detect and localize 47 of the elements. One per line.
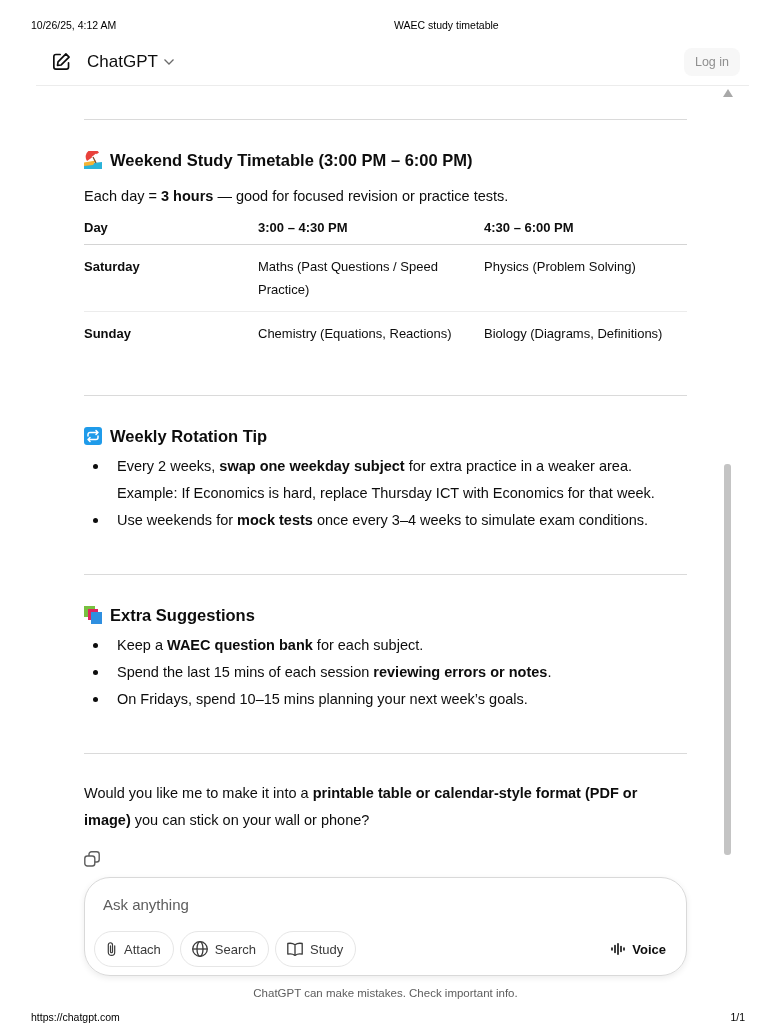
print-url: https://chatgpt.com	[31, 1011, 120, 1024]
table-cell: Biology (Diagrams, Definitions)	[484, 311, 687, 355]
books-icon	[84, 606, 102, 624]
intro-text: Each day = 3 hours — good for focused revision or practice tests.	[84, 187, 510, 206]
bullet-icon	[93, 697, 98, 702]
list-item-text: Every 2 weeks, swap one weekday subject for extra practice in a weaker area.	[117, 457, 632, 476]
beach-umbrella-icon	[84, 151, 102, 169]
print-title: WAEC study timetable	[394, 19, 499, 32]
chevron-down-icon	[163, 58, 174, 65]
section-heading: Extra Suggestions	[110, 605, 255, 626]
message-input[interactable]: Ask anything	[103, 894, 403, 914]
closing-text: Would you like me to make it into a printable table or calendar-style format (PDF or image) you can stick on your wall or phone?	[84, 784, 639, 830]
paperclip-icon	[106, 941, 117, 957]
disclaimer-text: ChatGPT can make mistakes. Check important info.	[252, 986, 519, 1001]
scrollbar-thumb[interactable]	[724, 464, 731, 855]
table-header-cell: 4:30 – 6:00 PM	[484, 212, 687, 245]
table-header-cell: Day	[84, 212, 258, 245]
bullet-icon	[93, 643, 98, 648]
table-cell: Saturday	[84, 244, 258, 312]
list-item-note: Example: If Economics is hard, replace Thursday ICT with Economics for that week.	[117, 484, 655, 503]
copy-icon[interactable]	[84, 851, 100, 867]
print-page-number: 1/1	[730, 1011, 745, 1024]
table-cell: Sunday	[84, 311, 258, 355]
search-button[interactable]: Search	[179, 931, 270, 967]
print-timestamp: 10/26/25, 4:12 AM	[31, 19, 117, 32]
waveform-icon	[611, 943, 626, 955]
model-selector-button[interactable]: ChatGPT	[87, 50, 174, 73]
section-heading: Weekend Study Timetable (3:00 PM – 6:00 PM)	[110, 150, 473, 171]
list-item-text: Spend the last 15 mins of each session reviewing errors or notes.	[117, 663, 552, 682]
section-heading: Weekly Rotation Tip	[110, 426, 268, 447]
bullet-icon	[93, 670, 98, 675]
study-button[interactable]: Study	[275, 931, 357, 967]
list-item-text: Keep a WAEC question bank for each subject.	[117, 636, 424, 655]
bullet-icon	[93, 464, 98, 469]
table-cell: Maths (Past Questions / Speed Practice)	[258, 244, 484, 312]
edit-icon[interactable]	[53, 53, 70, 70]
repeat-icon	[84, 427, 102, 445]
globe-icon	[191, 941, 208, 957]
open-book-icon	[287, 942, 304, 956]
list-item-text: Use weekends for mock tests once every 3–4 weeks to simulate exam conditions.	[117, 511, 649, 530]
voice-button[interactable]: Voice	[611, 931, 666, 967]
attach-button[interactable]: Attach	[94, 931, 174, 967]
list-item-text: On Fridays, spend 10–15 mins planning your next week’s goals.	[117, 690, 528, 709]
table-cell: Physics (Problem Solving)	[484, 244, 687, 312]
bullet-icon	[93, 518, 98, 523]
table-cell: Chemistry (Equations, Reactions)	[258, 311, 484, 355]
table-header-cell: 3:00 – 4:30 PM	[258, 212, 484, 245]
